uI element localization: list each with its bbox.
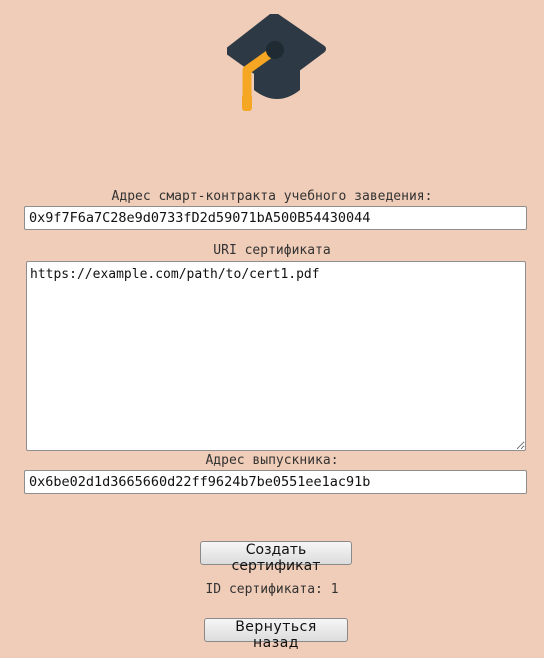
certificate-id-value: 1 bbox=[330, 582, 339, 597]
contract-address-input[interactable] bbox=[24, 206, 527, 230]
graduation-cap-icon bbox=[227, 14, 326, 111]
back-button[interactable]: Вернуться назад bbox=[204, 618, 348, 651]
certificate-uri-label: URI сертификата bbox=[213, 243, 331, 258]
contract-address-label: Адрес смарт-контракта учебного заведения… bbox=[111, 189, 433, 204]
create-certificate-button[interactable]: Создать сертификат bbox=[200, 541, 352, 574]
certificate-uri-textarea[interactable]: https://example.com/path/to/cert1.pdf bbox=[26, 261, 526, 451]
certificate-id-label: ID сертификата: bbox=[205, 582, 323, 597]
graduate-address-label: Адрес выпускника: bbox=[205, 453, 339, 468]
graduate-address-input[interactable] bbox=[24, 470, 527, 494]
certificate-id-text: ID сертификата: 1 bbox=[0, 582, 544, 597]
